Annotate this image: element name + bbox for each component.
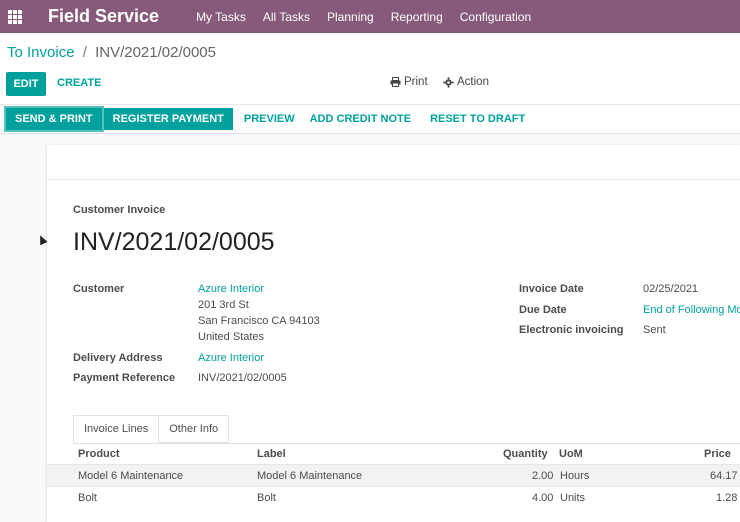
breadcrumb-separator: / <box>82 44 87 61</box>
menu-my-tasks[interactable]: My Tasks <box>196 10 246 24</box>
sheet-header-bar <box>47 145 740 180</box>
cell-uom: Units <box>560 492 586 504</box>
invoice-form-sheet: Customer Invoice INV/2021/02/0005 Custom… <box>47 145 740 522</box>
print-label: Print <box>404 76 428 88</box>
preview-button[interactable]: PREVIEW <box>244 113 295 125</box>
add-credit-note-button[interactable]: ADD CREDIT NOTE <box>310 113 411 125</box>
cell-label: Model 6 Maintenance <box>257 470 363 482</box>
electronic-invoicing-value: Sent <box>643 324 666 336</box>
delivery-address-label: Delivery Address <box>73 352 163 364</box>
invoice-number-title: INV/2021/02/0005 <box>73 228 275 256</box>
apps-grid-icon[interactable] <box>8 9 22 24</box>
register-payment-button[interactable]: REGISTER PAYMENT <box>103 108 233 130</box>
customer-link[interactable]: Azure Interior <box>198 283 264 295</box>
breadcrumb: To Invoice / INV/2021/02/0005 <box>7 44 216 61</box>
due-date-value[interactable]: End of Following Mo <box>643 304 740 316</box>
action-label: Action <box>457 76 489 88</box>
form-statusbar: SEND & PRINT REGISTER PAYMENT PREVIEW AD… <box>0 105 740 133</box>
menu-planning[interactable]: Planning <box>327 10 374 24</box>
cell-product: Model 6 Maintenance <box>78 470 184 482</box>
notebook-tabs: Invoice Lines Other Info <box>73 415 230 443</box>
mouse-cursor-icon <box>36 233 48 246</box>
cell-quantity: 2.00 <box>532 470 554 482</box>
column-header-label[interactable]: Label <box>257 448 286 460</box>
main-menu: My Tasks All Tasks Planning Reporting Co… <box>196 10 548 24</box>
breadcrumb-to-invoice[interactable]: To Invoice <box>7 44 75 61</box>
cell-product: Bolt <box>78 492 97 504</box>
send-print-button[interactable]: SEND & PRINT <box>4 106 104 132</box>
menu-all-tasks[interactable]: All Tasks <box>263 10 310 24</box>
menu-configuration[interactable]: Configuration <box>460 10 531 24</box>
customer-address-line1: 201 3rd St <box>198 299 249 311</box>
print-button[interactable]: Print <box>390 76 428 88</box>
column-header-uom[interactable]: UoM <box>559 448 583 460</box>
tab-invoice-lines[interactable]: Invoice Lines <box>73 415 160 443</box>
table-row[interactable]: Bolt Bolt 4.00 Units 1.28 <box>47 486 740 508</box>
reset-to-draft-button[interactable]: RESET TO DRAFT <box>430 113 525 125</box>
table-row[interactable]: Model 6 Maintenance Model 6 Maintenance … <box>47 464 740 486</box>
top-navbar: Field Service My Tasks All Tasks Plannin… <box>0 0 740 33</box>
tab-other-info[interactable]: Other Info <box>159 415 230 443</box>
app-brand[interactable]: Field Service <box>48 6 159 27</box>
payment-reference-label: Payment Reference <box>73 372 176 384</box>
column-header-product[interactable]: Product <box>78 448 120 460</box>
menu-reporting[interactable]: Reporting <box>391 10 443 24</box>
customer-label: Customer <box>73 283 125 295</box>
invoice-type-label: Customer Invoice <box>73 204 166 216</box>
due-date-label: Due Date <box>519 304 567 316</box>
delivery-address-link[interactable]: Azure Interior <box>198 352 264 364</box>
cell-price: 64.17 <box>710 470 738 482</box>
column-header-quantity[interactable]: Quantity <box>503 448 548 460</box>
breadcrumb-current: INV/2021/02/0005 <box>95 44 216 61</box>
cell-uom: Hours <box>560 470 590 482</box>
cell-price: 1.28 <box>716 492 738 504</box>
edit-button[interactable]: EDIT <box>6 72 46 96</box>
invoice-date-value[interactable]: 02/25/2021 <box>643 283 698 295</box>
electronic-invoicing-label: Electronic invoicing <box>519 324 624 336</box>
printer-icon <box>390 77 401 87</box>
column-header-price[interactable]: Price <box>704 448 731 460</box>
payment-reference-value[interactable]: INV/2021/02/0005 <box>198 372 287 384</box>
cell-quantity: 4.00 <box>532 492 554 504</box>
customer-address-line2: San Francisco CA 94103 <box>198 315 320 327</box>
cell-label: Bolt <box>257 492 276 504</box>
tabs-divider <box>73 443 740 444</box>
customer-address-line3: United States <box>198 331 265 343</box>
gear-icon <box>443 76 454 88</box>
invoice-date-label: Invoice Date <box>519 283 584 295</box>
create-button[interactable]: CREATE <box>57 77 101 89</box>
action-button[interactable]: Action <box>443 76 489 88</box>
